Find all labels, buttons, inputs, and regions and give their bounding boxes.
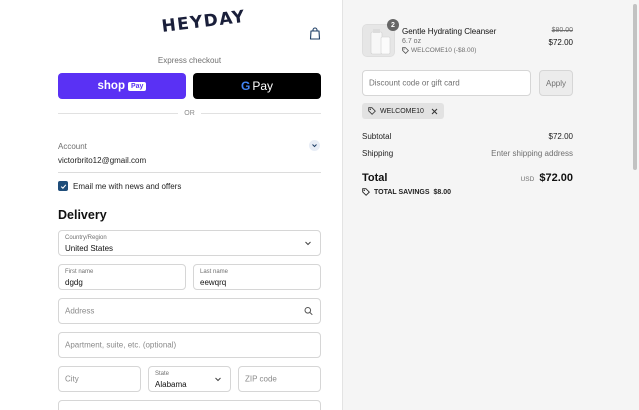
apply-discount-button[interactable]: Apply (539, 70, 573, 96)
zip-placeholder: ZIP code (245, 374, 277, 384)
product-discount-label: WELCOME10 (-$8.00) (411, 47, 477, 54)
next-field[interactable] (58, 400, 321, 410)
country-value: United States (65, 244, 114, 253)
account-label: Account (58, 142, 87, 151)
first-name-value: dgdg (65, 278, 83, 287)
shopping-bag-icon[interactable] (309, 27, 321, 40)
subtotal-label: Subtotal (362, 132, 392, 141)
product-original-price: $80.00 (551, 27, 573, 34)
apartment-field[interactable]: Apartment, suite, etc. (optional) (58, 332, 321, 358)
total-savings: TOTAL SAVINGS $8.00 (362, 188, 451, 196)
product-price: $72.00 (548, 38, 573, 47)
total-value-group: USD $72.00 (521, 172, 573, 184)
state-select[interactable]: State Alabama (148, 366, 231, 392)
discount-placeholder: Discount code or gift card (369, 78, 460, 88)
first-name-label: First name (65, 269, 94, 275)
google-g-icon: G (240, 79, 251, 93)
product-discount: WELCOME10 (-$8.00) (402, 47, 476, 54)
shipping-value: Enter shipping address (491, 149, 573, 158)
state-label: State (155, 371, 170, 377)
applied-discount-code: WELCOME10 (380, 107, 424, 115)
newsletter-label[interactable]: Email me with news and offers (73, 182, 181, 191)
tag-icon (402, 47, 409, 54)
or-label: OR (184, 109, 195, 117)
order-summary (342, 0, 639, 410)
shipping-row: Shipping Enter shipping address (362, 149, 573, 158)
last-name-value: eewqrq (200, 278, 227, 287)
country-select[interactable]: Country/Region United States (58, 230, 321, 256)
subtotal-value: $72.00 (548, 132, 573, 141)
google-pay-button[interactable]: G Pay (193, 73, 321, 99)
brand-logo[interactable]: HEYDAY (161, 7, 247, 37)
shop-pay-label: shop (97, 80, 125, 92)
total-savings-value: $8.00 (433, 188, 452, 196)
product-variant: 6.7 oz (402, 38, 422, 45)
last-name-field[interactable]: Last name eewqrq (193, 264, 321, 290)
quantity-badge: 2 (387, 19, 399, 31)
applied-discount-chip: WELCOME10 (362, 103, 444, 119)
total-label: Total (362, 172, 388, 184)
address-placeholder: Address (65, 306, 95, 316)
account-email: victorbrito12@gmail.com (58, 156, 147, 165)
country-label: Country/Region (65, 235, 107, 241)
state-value: Alabama (155, 380, 187, 389)
tag-icon (368, 107, 376, 115)
checkmark-icon (60, 183, 66, 189)
shipping-label: Shipping (362, 149, 394, 158)
total-row: Total USD $72.00 (362, 172, 573, 184)
zip-field[interactable]: ZIP code (238, 366, 321, 392)
city-placeholder: City (65, 374, 79, 384)
summary-scrollbar[interactable] (633, 4, 637, 170)
search-icon (304, 307, 313, 316)
close-icon[interactable] (431, 108, 438, 115)
or-divider: OR (58, 108, 321, 118)
checkout-main: HEYDAY Express checkout shop Pay G Pay O… (0, 0, 342, 410)
google-pay-label: Pay (252, 79, 274, 93)
first-name-field[interactable]: First name dgdg (58, 264, 186, 290)
chevron-down-icon (215, 377, 221, 382)
subtotal-row: Subtotal $72.00 (362, 132, 573, 141)
shop-pay-button[interactable]: shop Pay (58, 73, 186, 99)
city-field[interactable]: City (58, 366, 141, 392)
address-field[interactable]: Address (58, 298, 321, 324)
chevron-down-icon (312, 144, 317, 148)
apartment-placeholder: Apartment, suite, etc. (optional) (65, 340, 177, 350)
total-savings-label: TOTAL SAVINGS (374, 188, 430, 196)
account-divider (58, 172, 321, 173)
discount-code-input[interactable]: Discount code or gift card (362, 70, 531, 96)
chevron-down-icon (305, 241, 311, 246)
tag-icon (362, 188, 370, 196)
last-name-label: Last name (200, 269, 229, 275)
total-currency: USD (520, 176, 535, 183)
shop-pay-badge: Pay (128, 81, 147, 91)
account-expand-button[interactable] (309, 140, 320, 151)
express-checkout-label: Express checkout (157, 56, 222, 65)
total-value: $72.00 (539, 172, 573, 184)
product-name: Gentle Hydrating Cleanser (402, 27, 497, 36)
delivery-heading: Delivery (58, 208, 107, 222)
newsletter-checkbox[interactable] (58, 181, 68, 191)
